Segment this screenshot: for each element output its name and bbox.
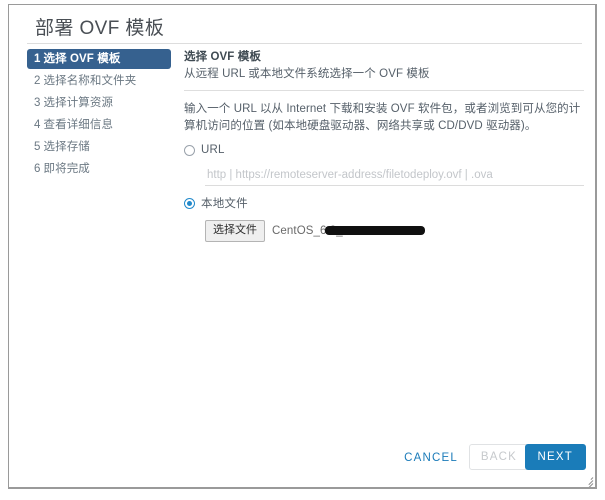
section-heading: 选择 OVF 模板 <box>184 51 261 63</box>
step-label: 选择名称和文件夹 <box>43 75 137 87</box>
cancel-button[interactable]: CANCEL <box>396 447 466 469</box>
page-title: 部署 OVF 模板 <box>35 18 165 39</box>
sidebar-item-select-name-and-folder[interactable]: 2 选择名称和文件夹 <box>27 71 171 91</box>
wizard-step-list: 1 选择 OVF 模板 2 选择名称和文件夹 3 选择计算资源 4 查看详细信息 5 选择… <box>27 49 171 181</box>
sidebar-item-review-details[interactable]: 4 查看详细信息 <box>27 115 171 135</box>
step-number: 4 <box>34 119 41 131</box>
sidebar-item-select-storage[interactable]: 5 选择存储 <box>27 137 171 157</box>
redaction-bar <box>325 226 425 235</box>
step-number: 2 <box>34 75 41 87</box>
step-number: 1 <box>34 53 41 65</box>
back-button: BACK <box>468 444 529 470</box>
sidebar-item-select-ovf-template[interactable]: 1 选择 OVF 模板 <box>27 49 171 69</box>
step-number: 5 <box>34 141 41 153</box>
file-picker-row: 选择文件 CentOS_6.8_ .ova <box>205 220 584 242</box>
section-divider <box>184 90 584 91</box>
deploy-ovf-template-dialog: 部署 OVF 模板 1 选择 OVF 模板 2 选择名称和文件夹 3 选择计算资源 4… <box>8 4 597 489</box>
step-label: 即将完成 <box>43 163 90 175</box>
url-radio-icon[interactable] <box>184 144 195 156</box>
step-label: 选择 OVF 模板 <box>43 53 121 65</box>
step-number: 3 <box>34 97 41 109</box>
step-label: 选择计算资源 <box>43 97 114 109</box>
url-input[interactable] <box>205 168 584 186</box>
local-file-radio-icon[interactable] <box>184 197 195 209</box>
title-divider <box>27 43 582 44</box>
step-number: 6 <box>34 163 41 175</box>
choose-file-button[interactable]: 选择文件 <box>205 220 265 242</box>
sidebar-item-select-compute-resource[interactable]: 3 选择计算资源 <box>27 93 171 113</box>
local-file-option-row[interactable]: 本地文件 <box>184 195 584 211</box>
next-button[interactable]: NEXT <box>524 444 586 470</box>
section-description: 输入一个 URL 以从 Internet 下载和安装 OVF 软件包，或者浏览到… <box>184 103 581 132</box>
sidebar-item-ready-to-complete[interactable]: 6 即将完成 <box>27 159 171 179</box>
step-label: 查看详细信息 <box>43 119 114 131</box>
resize-grip[interactable] <box>583 475 594 487</box>
dialog-footer: CANCEL BACK NEXT <box>9 431 595 487</box>
section-subheading: 从远程 URL 或本地文件系统选择一个 OVF 模板 <box>184 68 430 80</box>
local-file-option-label: 本地文件 <box>201 198 248 210</box>
url-option-label: URL <box>201 144 225 156</box>
content-pane: 选择 OVF 模板 从远程 URL 或本地文件系统选择一个 OVF 模板 输入一… <box>184 49 584 242</box>
url-option-row[interactable]: URL <box>184 144 584 156</box>
step-label: 选择存储 <box>43 141 90 153</box>
selected-file-name: CentOS_6.8_ .ova <box>272 225 425 237</box>
url-field-wrapper <box>205 165 584 186</box>
